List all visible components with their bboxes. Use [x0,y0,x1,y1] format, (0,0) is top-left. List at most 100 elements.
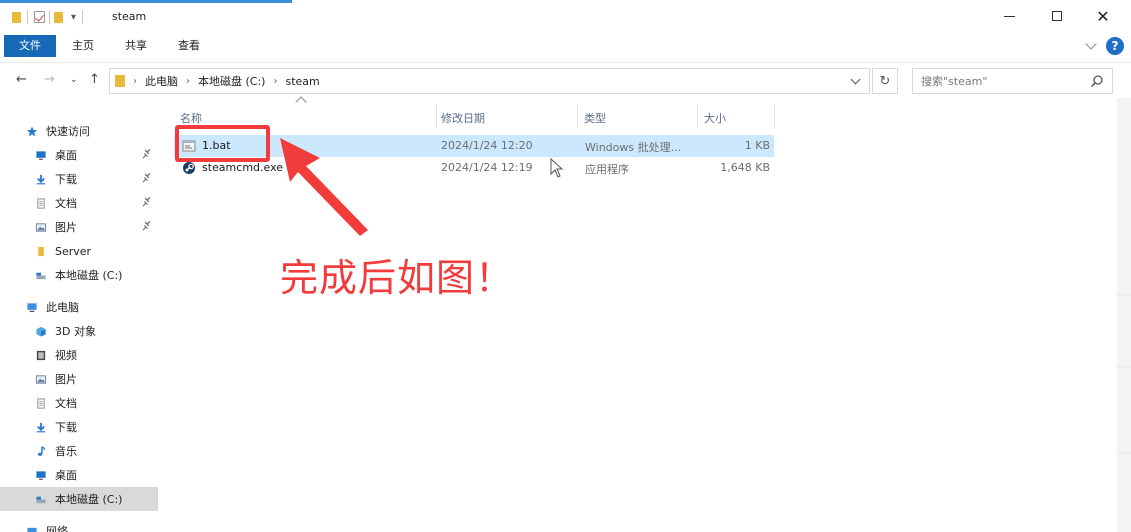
pin-icon[interactable] [142,173,152,183]
breadcrumb-this-pc[interactable]: 此电脑 [145,73,178,89]
navigation-pane: 快速访问 桌面 下载 文档 图片 Server 本地磁盘 (C:) 此电脑 3D 对象 视频… [0,112,160,532]
sidebar-item-pc-7[interactable]: 本地磁盘 (C:) [0,487,158,511]
sidebar-item-label: 本地磁盘 (C:) [55,493,123,506]
drive-icon [36,496,46,503]
document-icon [37,397,45,409]
quick-access-label: 快速访问 [46,125,90,138]
column-header-size[interactable]: 大小 [704,110,726,126]
picture-icon [35,222,47,232]
sidebar-item-pc-5[interactable]: 音乐 [0,439,158,463]
minimize-button[interactable] [986,0,1032,32]
file-date: 2024/1/24 12:19 [441,161,533,174]
address-dropdown-icon[interactable] [850,74,861,85]
sidebar-item-label: 视频 [55,349,77,362]
tab-share[interactable]: 共享 [113,35,159,57]
sidebar-item-label: 图片 [55,221,77,234]
sidebar-item-label: 桌面 [55,469,77,482]
close-button[interactable]: ✕ [1080,0,1126,32]
recent-locations-icon[interactable]: ⌄ [70,75,78,85]
sidebar-item-label: 本地磁盘 (C:) [55,269,123,282]
column-header-type[interactable]: 类型 [584,110,606,126]
annotation-caption: 完成后如图！ [280,256,515,300]
maximize-icon [1052,11,1062,21]
back-button[interactable]: ← [16,72,27,87]
expand-ribbon-icon[interactable] [1085,38,1097,50]
sidebar-item-pc-2[interactable]: 图片 [0,367,158,391]
folder-icon [38,246,44,256]
sidebar-item-quick-5[interactable]: 本地磁盘 (C:) [0,263,158,287]
breadcrumb-steam[interactable]: steam [285,75,319,88]
address-bar[interactable]: › 此电脑 › 本地磁盘 (C:) › steam [109,68,870,94]
properties-icon[interactable] [34,11,45,23]
sidebar-item-pc-3[interactable]: 文档 [0,391,158,415]
sidebar-item-pc-6[interactable]: 桌面 [0,463,158,487]
this-pc-label: 此电脑 [46,301,79,314]
minimize-icon [1003,15,1015,17]
window-title: steam [112,10,147,23]
customize-toolbar-icon[interactable]: ▾ [71,12,76,23]
sidebar-item-label: 文档 [55,197,77,210]
mouse-cursor-icon [550,158,564,178]
sidebar-item-quick-4[interactable]: Server [0,239,158,263]
tab-file[interactable]: 文件 [4,35,56,57]
file-date: 2024/1/24 12:20 [441,139,533,152]
sort-ascending-icon [295,96,307,108]
download-icon [36,174,46,184]
download-icon [36,422,46,432]
highlight-box [175,125,270,162]
file-type: Windows 批处理... [585,141,682,154]
sidebar-item-label: 图片 [55,373,77,386]
folder-icon [12,11,21,23]
navigation-bar: ← → ⌄ ↑ › 此电脑 › 本地磁盘 (C:) › steam ↻ [0,62,1131,98]
computer-icon [27,302,37,312]
network[interactable]: 网络 [26,519,156,532]
forward-button[interactable]: → [44,72,55,87]
vertical-scrollbar[interactable] [1117,98,1131,532]
search-icon [1090,75,1103,88]
column-header-date[interactable]: 修改日期 [441,110,485,126]
picture-icon [35,374,47,384]
this-pc[interactable]: 此电脑 [26,295,156,319]
sidebar-item-label: Server [55,244,92,258]
quick-access[interactable]: 快速访问 [26,119,156,143]
pin-icon[interactable] [142,149,152,159]
search-input[interactable] [921,74,1081,88]
sidebar-item-label: 文档 [55,397,77,410]
pin-icon[interactable] [142,221,152,231]
star-icon [26,125,38,136]
drive-icon [36,272,46,279]
network-icon [27,527,37,532]
sidebar-item-quick-3[interactable]: 图片 [0,215,158,239]
sidebar-item-label: 下载 [55,421,77,434]
sidebar-item-pc-4[interactable]: 下载 [0,415,158,439]
sidebar-item-quick-0[interactable]: 桌面 [0,143,158,167]
new-folder-icon[interactable] [54,11,63,23]
search-box[interactable] [912,68,1113,94]
sidebar-item-label: 3D 对象 [55,325,96,338]
help-icon[interactable]: ? [1106,37,1124,55]
cube-icon [36,326,46,337]
sidebar-item-label: 音乐 [55,445,77,458]
tab-home[interactable]: 主页 [60,35,106,57]
column-header-name[interactable]: 名称 [180,110,202,126]
up-button[interactable]: ↑ [89,72,100,87]
desktop-icon [36,150,46,160]
video-icon [36,350,46,360]
ribbon: 文件 主页 共享 查看 ? [0,34,1131,58]
document-icon [37,197,45,209]
pin-icon[interactable] [142,197,152,207]
title-accent [0,0,292,3]
desktop-icon [36,470,46,480]
folder-icon [115,75,125,87]
sidebar-item-pc-1[interactable]: 视频 [0,343,158,367]
title-bar: ▾ steam ✕ [0,0,1131,34]
sidebar-item-quick-2[interactable]: 文档 [0,191,158,215]
tab-view[interactable]: 查看 [166,35,212,57]
maximize-button[interactable] [1034,0,1080,32]
breadcrumb-local-disk[interactable]: 本地磁盘 (C:) [198,73,265,89]
file-size: 1 KB [744,139,770,152]
sidebar-item-pc-0[interactable]: 3D 对象 [0,319,158,343]
sidebar-item-label: 下载 [55,173,77,186]
refresh-button[interactable]: ↻ [872,68,898,94]
sidebar-item-quick-1[interactable]: 下载 [0,167,158,191]
